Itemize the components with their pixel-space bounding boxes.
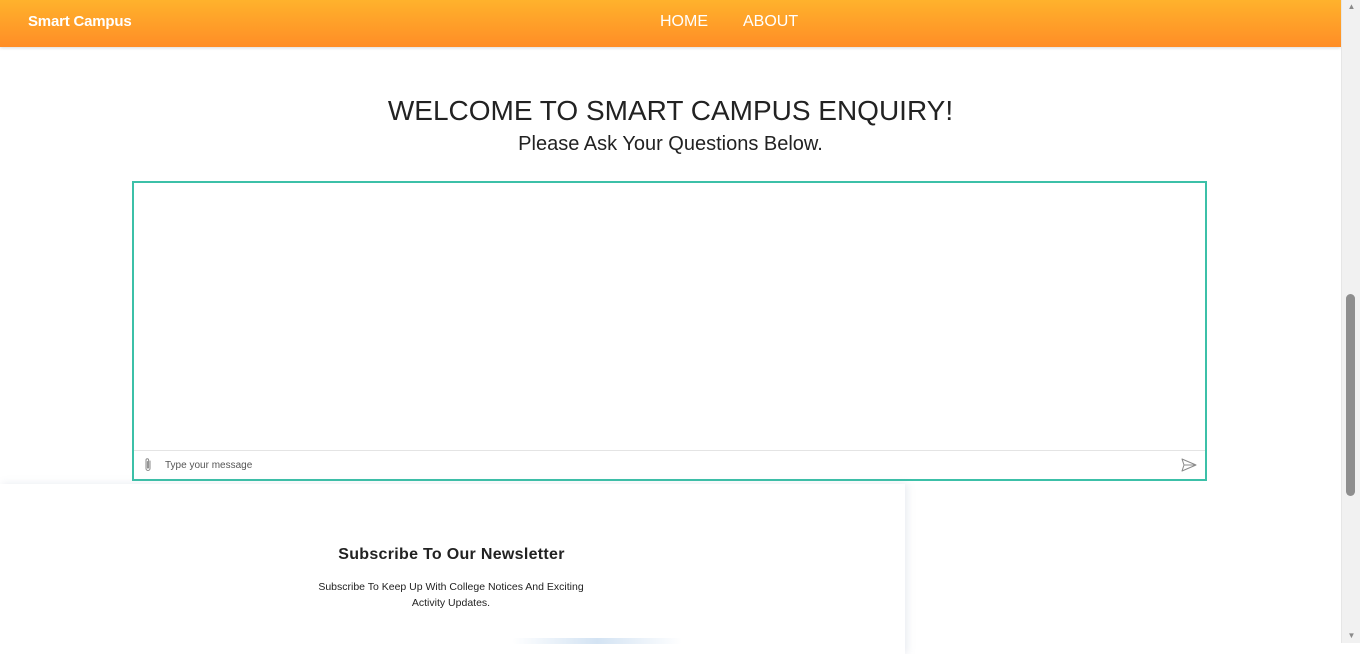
page-subtitle: Please Ask Your Questions Below. xyxy=(518,133,823,155)
nav-link-home[interactable]: HOME xyxy=(660,13,708,31)
scrollbar-thumb[interactable] xyxy=(1346,294,1355,496)
paperclip-icon[interactable] xyxy=(142,457,154,473)
scroll-up-arrow-icon[interactable]: ▲ xyxy=(1342,0,1360,14)
brand-logo-text[interactable]: Smart Campus xyxy=(28,13,132,30)
send-icon[interactable] xyxy=(1181,458,1197,472)
newsletter-section: Subscribe To Our Newsletter Subscribe To… xyxy=(0,484,905,654)
message-input[interactable] xyxy=(165,455,1145,475)
chat-input-bar xyxy=(134,450,1205,479)
top-navbar: Smart Campus HOME ABOUT xyxy=(0,0,1341,47)
chat-messages-area[interactable] xyxy=(134,183,1205,451)
chat-window xyxy=(132,181,1207,481)
nav-link-about[interactable]: ABOUT xyxy=(743,13,798,31)
scroll-down-arrow-icon[interactable]: ▼ xyxy=(1342,629,1360,643)
newsletter-description: Subscribe To Keep Up With College Notice… xyxy=(318,581,584,609)
page-title: WELCOME TO SMART CAMPUS ENQUIRY! xyxy=(387,95,954,126)
newsletter-input-edge xyxy=(512,638,682,644)
newsletter-title: Subscribe To Our Newsletter xyxy=(338,546,565,563)
page-scrollbar[interactable]: ▲ ▼ xyxy=(1341,0,1360,643)
